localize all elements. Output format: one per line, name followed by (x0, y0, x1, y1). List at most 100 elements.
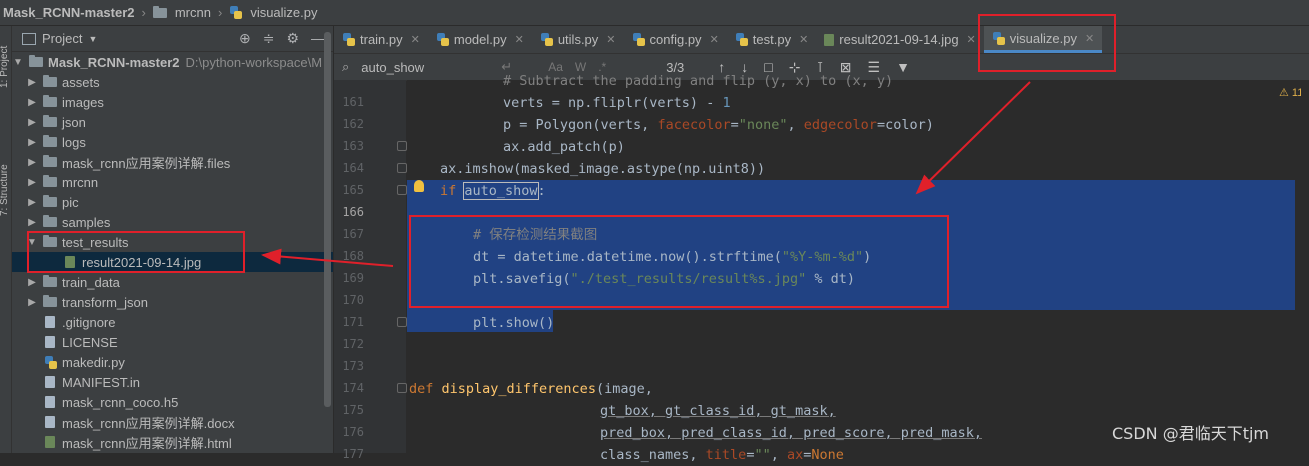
editor-scrollbar[interactable] (1301, 80, 1309, 453)
tree-item-label: assets (62, 74, 100, 90)
tab-test-py[interactable]: test.py ✕ (727, 26, 817, 53)
folder-icon (42, 75, 58, 89)
lightbulb-icon[interactable] (414, 180, 424, 192)
tree-item[interactable]: ▶ images (12, 92, 333, 112)
breadcrumb-folder[interactable]: mrcnn (171, 5, 215, 20)
close-icon[interactable]: ✕ (411, 33, 420, 46)
tab-config-py[interactable]: config.py ✕ (624, 26, 727, 53)
folder-icon (42, 115, 58, 129)
chevron-right-icon[interactable]: ▶ (26, 157, 38, 168)
search-input[interactable]: auto_show (361, 60, 501, 75)
minimize-icon[interactable]: — (311, 30, 325, 47)
warning-count[interactable]: ⚠ 11 (1279, 86, 1303, 99)
folder-icon (149, 5, 171, 18)
chevron-right-icon[interactable]: ▶ (26, 177, 38, 188)
editor-gutter (334, 80, 406, 453)
tree-item-label: MANIFEST.in (62, 374, 141, 390)
tree-item[interactable]: ▶ pic (12, 192, 333, 212)
fold-marker-icon[interactable] (397, 163, 407, 173)
tree-item[interactable]: LICENSE (12, 332, 333, 352)
fold-marker-icon[interactable] (397, 141, 407, 151)
tree-item[interactable]: makedir.py (12, 352, 333, 372)
tree-item[interactable]: .gitignore (12, 312, 333, 332)
side-tab-project[interactable]: 1: Project (0, 46, 10, 88)
fold-marker-icon[interactable] (397, 317, 407, 327)
close-icon[interactable]: ✕ (515, 33, 524, 46)
python-file-icon (436, 33, 449, 46)
chevron-right-icon[interactable]: ▶ (26, 97, 38, 108)
tree-item[interactable]: MANIFEST.in (12, 372, 333, 392)
file-icon (42, 396, 58, 409)
locate-icon[interactable]: ⊕ (239, 30, 251, 47)
code-line-175: def display_differences(image, (409, 378, 653, 400)
folder-icon (42, 155, 58, 169)
code-line-166: if auto_show: (440, 180, 546, 202)
tree-item[interactable]: ▶ json (12, 112, 333, 132)
code-text: p = Polygon(verts, (503, 117, 658, 133)
html-file-icon (42, 436, 58, 449)
chevron-down-icon[interactable]: ▼ (12, 57, 24, 68)
tab-model-py[interactable]: model.py ✕ (428, 26, 532, 53)
chevron-right-icon[interactable]: ▶ (26, 217, 38, 228)
breadcrumb-project[interactable]: Mask_RCNN-master2 (0, 5, 139, 20)
tree-item[interactable]: ▶ transform_json (12, 292, 333, 312)
folder-icon (42, 175, 58, 189)
tree-item[interactable]: ▶ samples (12, 212, 333, 232)
fold-marker-icon[interactable] (397, 185, 407, 195)
tree-item[interactable]: ▶ mask_rcnn应用案例详解.files (12, 152, 333, 172)
gear-icon[interactable]: ⚙ (286, 30, 299, 47)
chevron-right-icon[interactable]: ▶ (26, 277, 38, 288)
close-icon[interactable]: ✕ (710, 33, 719, 46)
side-tab-structure[interactable]: 7: Structure (0, 164, 10, 216)
tree-item[interactable]: mask_rcnn应用案例详解.html (12, 432, 333, 452)
chevron-right-icon[interactable]: ▶ (26, 117, 38, 128)
tree-item[interactable]: mask_rcnn_coco.h5 (12, 392, 333, 412)
breadcrumb-file[interactable]: visualize.py (246, 5, 321, 20)
image-file-icon (824, 33, 835, 46)
code-text: ax.imshow(masked_image.astype(np.uint8)) (440, 161, 766, 177)
close-icon[interactable]: ✕ (799, 33, 808, 46)
folder-icon (42, 275, 58, 289)
annotation-box-tab (978, 14, 1116, 72)
tree-item[interactable]: ▶ logs (12, 132, 333, 152)
code-text: = (730, 117, 739, 133)
close-icon[interactable]: ✕ (967, 33, 976, 46)
python-file-icon (225, 6, 246, 19)
tree-root[interactable]: ▼ Mask_RCNN-master2 D:\python-workspace\… (12, 52, 333, 72)
collapse-icon[interactable]: ≑ (263, 30, 275, 47)
project-view-icon (22, 32, 36, 45)
project-view-selector[interactable]: Project ▼ (22, 31, 97, 46)
project-scrollbar[interactable] (324, 32, 331, 407)
code-param: ax (786, 447, 804, 463)
tree-item[interactable]: mask_rcnn应用案例详解.docx (12, 412, 333, 432)
fold-marker-icon[interactable] (397, 383, 407, 393)
tab-train-py[interactable]: train.py ✕ (334, 26, 428, 53)
line-number: 161 (342, 95, 364, 109)
tool-window-strip: 1: Project 7: Structure (0, 26, 12, 453)
folder-icon (42, 295, 58, 309)
filter-icon[interactable]: ▼ (896, 59, 910, 76)
search-match: auto_show (463, 182, 539, 200)
code-param: facecolor (657, 117, 731, 133)
close-icon[interactable]: ✕ (606, 33, 615, 46)
tab-label: test.py (752, 32, 792, 47)
tree-item[interactable]: ▶ mrcnn (12, 172, 333, 192)
python-file-icon (342, 33, 355, 46)
search-icon[interactable]: ⌕ (342, 59, 349, 75)
tree-item[interactable]: ▶ assets (12, 72, 333, 92)
chevron-right-icon[interactable]: ▶ (26, 77, 38, 88)
chevron-right-icon[interactable]: ▶ (26, 197, 38, 208)
chevron-right-icon[interactable]: ▶ (26, 137, 38, 148)
code-number: 1 (722, 95, 731, 111)
line-number: 176 (342, 425, 364, 439)
chevron-down-icon: ▼ (88, 33, 98, 44)
tab-result-jpg[interactable]: result2021-09-14.jpg ✕ (816, 26, 983, 53)
tree-item[interactable]: ▶ train_data (12, 272, 333, 292)
chevron-right-icon[interactable]: ▶ (26, 297, 38, 308)
folder-icon (42, 135, 58, 149)
line-number: 173 (342, 359, 364, 373)
tree-item-label: mask_rcnn_coco.h5 (62, 394, 179, 410)
code-line-178: class_names, title="", ax=None (600, 444, 844, 466)
tab-utils-py[interactable]: utils.py ✕ (532, 26, 624, 53)
line-number: 174 (342, 381, 364, 395)
